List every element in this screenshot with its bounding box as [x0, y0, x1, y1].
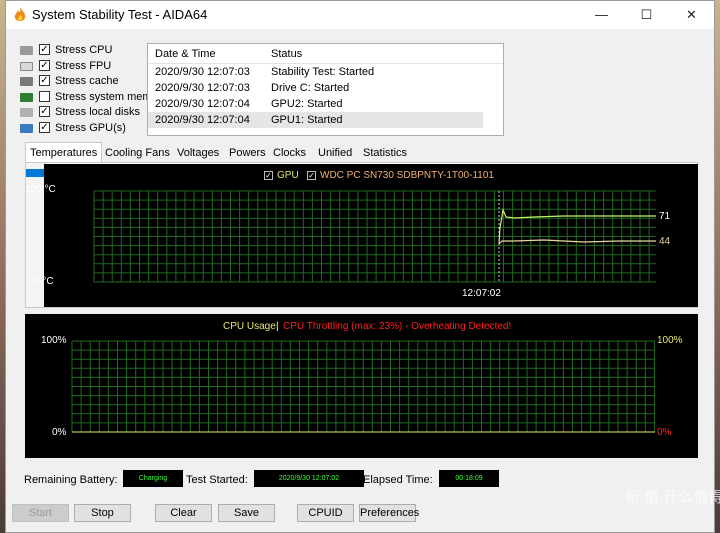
test-started-label: Test Started: [186, 474, 248, 486]
stress-fpu-checkbox[interactable]: ✓ [39, 59, 50, 71]
tab-powers[interactable]: Powers [226, 144, 269, 162]
stress-cpu-label: Stress CPU [55, 44, 113, 56]
temp-axis-min-label: 0 °C [34, 276, 54, 287]
cpu-grid [71, 340, 655, 433]
cpu-throttling-legend: CPU Throttling (max: 23%) - Overheating … [283, 321, 512, 332]
tab-voltages[interactable]: Voltages [174, 144, 222, 162]
cache-chip-icon [20, 77, 33, 86]
gpu-legend-label: GPU [277, 170, 299, 181]
tab-temperatures[interactable]: Temperatures [25, 142, 103, 163]
disk-legend-checkbox[interactable]: ✓ [307, 171, 316, 180]
gpu-temp-value: 71 [659, 211, 671, 222]
stress-fpu-option[interactable]: ✓ Stress FPU [20, 59, 148, 75]
stress-fpu-label: Stress FPU [55, 59, 112, 72]
gpu-monitor-icon [20, 123, 33, 133]
stress-cpu-option[interactable]: ✓ Stress CPU [20, 43, 148, 59]
stress-options-panel: ✓ Stress CPU ✓ Stress FPU ✓ Stress cache… [20, 43, 148, 139]
date-column-header[interactable]: Date & Time [155, 48, 216, 60]
minimize-button[interactable]: — [579, 1, 624, 29]
temp-time-label: 12:07:02 [462, 288, 501, 299]
maximize-button[interactable]: ☐ [624, 1, 669, 29]
disk-drive-icon [20, 108, 33, 117]
aida64-flame-icon [14, 7, 26, 21]
cpuid-button[interactable]: CPUID [297, 504, 354, 522]
log-row[interactable]: 2020/9/30 12:07:03 Stability Test: Start… [148, 64, 483, 80]
battery-label: Remaining Battery: [24, 474, 118, 486]
stress-gpu-checkbox[interactable]: ✓ [39, 121, 50, 133]
disk-legend-label: WDC PC SN730 SDBPNTY-1T00-1101 [320, 170, 494, 181]
clear-button[interactable]: Clear [155, 504, 212, 522]
elapsed-time-value: 00:18:09 [439, 470, 499, 487]
log-date: 2020/9/30 12:07:04 [155, 98, 250, 110]
log-row[interactable]: 2020/9/30 12:07:04 GPU2: Started [148, 96, 483, 112]
cpu-axis-right-max: 100% [657, 335, 683, 346]
fpu-chip-icon [20, 61, 33, 71]
stress-disks-option[interactable]: ✓ Stress local disks [20, 105, 148, 121]
start-button[interactable]: Start [12, 504, 69, 522]
cpu-usage-legend: CPU Usage [223, 321, 276, 332]
tab-clocks[interactable]: Clocks [270, 144, 309, 162]
stress-disks-checkbox[interactable]: ✓ [39, 106, 50, 117]
log-row[interactable]: 2020/9/30 12:07:04 GPU1: Started [148, 112, 483, 128]
memory-module-icon [20, 92, 33, 102]
close-button[interactable]: ✕ [669, 1, 714, 29]
watermark-logo: 新 值 什么值得买 [625, 489, 720, 506]
log-date: 2020/9/30 12:07:04 [155, 114, 250, 126]
battery-value: Charging [123, 470, 183, 487]
status-log-table[interactable]: Date & Time Status 2020/9/30 12:07:03 St… [147, 43, 504, 136]
log-status: Drive C: Started [271, 82, 350, 94]
stress-memory-label: Stress system memory [55, 90, 148, 103]
log-status: GPU2: Started [271, 98, 343, 110]
temperature-grid [93, 190, 656, 283]
stress-memory-option[interactable]: Stress system memory [20, 90, 148, 106]
cpu-axis-left-min: 0% [52, 427, 67, 438]
stability-test-window: System Stability Test - AIDA64 — ☐ ✕ ✓ S… [5, 0, 715, 533]
cpu-usage-graph: CPU Usage | CPU Throttling (max: 23%) - … [25, 314, 698, 458]
preferences-button[interactable]: Preferences [359, 504, 419, 522]
log-status: GPU1: Started [271, 114, 343, 126]
cpu-axis-left-max: 100% [41, 335, 67, 346]
stress-memory-checkbox[interactable] [39, 90, 50, 102]
tab-statistics[interactable]: Statistics [360, 144, 410, 162]
status-bar: Remaining Battery: Charging Test Started… [6, 468, 706, 492]
log-date: 2020/9/30 12:07:03 [155, 66, 250, 78]
stress-gpu-label: Stress GPU(s) [55, 121, 126, 134]
log-header-row: Date & Time Status [148, 44, 503, 64]
disk-temp-value: 44 [659, 236, 671, 247]
log-date: 2020/9/30 12:07:03 [155, 82, 250, 94]
window-title: System Stability Test - AIDA64 [32, 7, 208, 22]
stop-button[interactable]: Stop [74, 504, 131, 522]
stress-cache-label: Stress cache [55, 75, 119, 87]
stress-cpu-checkbox[interactable]: ✓ [39, 44, 50, 55]
save-button[interactable]: Save [218, 504, 275, 522]
status-column-header[interactable]: Status [271, 48, 302, 60]
log-row[interactable]: 2020/9/30 12:07:03 Drive C: Started [148, 80, 483, 96]
stress-disks-label: Stress local disks [55, 106, 140, 118]
cpu-axis-right-min: 0% [657, 427, 672, 438]
stress-cache-option[interactable]: ✓ Stress cache [20, 74, 148, 90]
elapsed-time-label: Elapsed Time: [363, 474, 433, 486]
log-status: Stability Test: Started [271, 66, 375, 78]
test-started-value: 2020/9/30 12:07:02 [254, 470, 364, 487]
sensor-list-selection[interactable] [26, 169, 45, 177]
stress-cache-checkbox[interactable]: ✓ [39, 75, 50, 86]
disk-temp-line [498, 239, 656, 245]
temp-axis-max-label: 100 °C [25, 184, 56, 195]
tab-cooling-fans[interactable]: Cooling Fans [102, 144, 173, 162]
cpu-chip-icon [20, 46, 33, 55]
cpu-graph-canvas [71, 340, 655, 433]
tab-unified[interactable]: Unified [315, 144, 355, 162]
temperature-graph-canvas [93, 190, 656, 283]
stress-gpu-option[interactable]: ✓ Stress GPU(s) [20, 121, 148, 137]
temperature-graph: ✓ GPU ✓ WDC PC SN730 SDBPNTY-1T00-1101 1… [25, 164, 698, 307]
cpu-legend-separator: | [276, 321, 279, 332]
title-bar[interactable]: System Stability Test - AIDA64 — ☐ ✕ [6, 1, 714, 29]
gpu-legend-checkbox[interactable]: ✓ [264, 171, 273, 180]
